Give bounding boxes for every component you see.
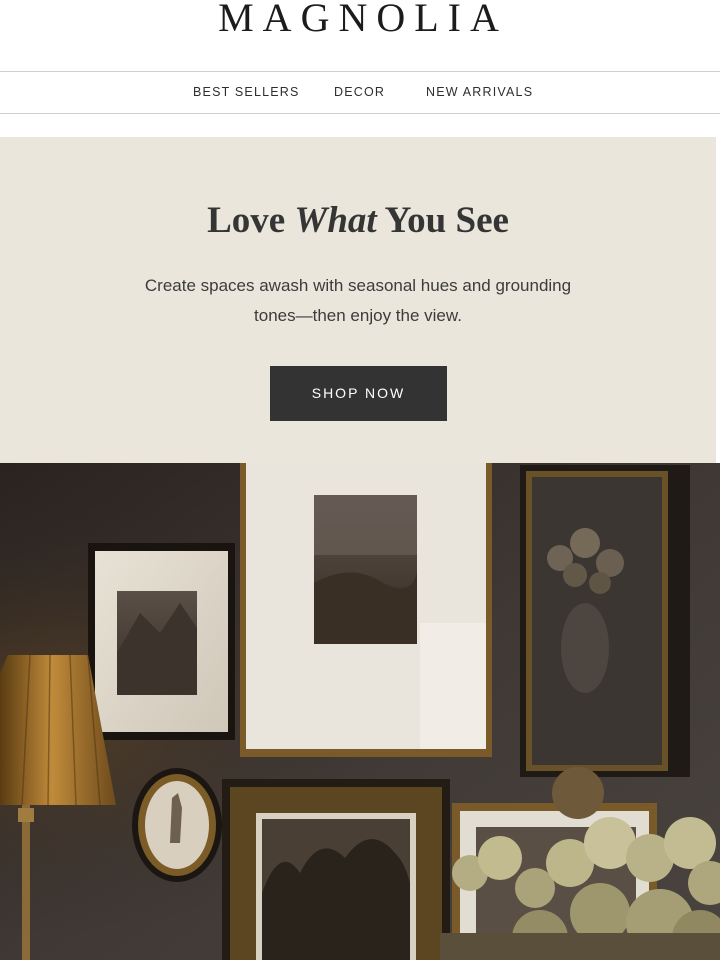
hero-title-emphasis: What [294,200,377,241]
gallery-wall-illustration [0,463,720,960]
nav-item-decor[interactable]: DECOR [334,85,385,99]
hero-subtitle-line-1: Create spaces awash with seasonal hues a… [144,276,572,295]
shop-now-button[interactable]: SHOP NOW [270,366,447,421]
hero-title-post: You See [376,200,509,241]
hero-title: Love What You See [0,199,716,242]
nav-item-best-sellers[interactable]: BEST SELLERS [193,85,300,99]
frame-oval-portrait [132,768,222,882]
hero-subtitle: Create spaces awash with seasonal hues a… [108,271,608,331]
nav-item-new-arrivals[interactable]: NEW ARRIVALS [426,85,533,99]
gallery-wall-image[interactable] [0,463,720,960]
hero-subtitle-line-2: tones—then enjoy the view. [254,306,462,325]
frame-mountain-landscape [88,543,235,740]
frame-center-landscape [240,463,492,757]
email-header: MAGNOLIA [0,0,720,71]
brand-logo[interactable]: MAGNOLIA [0,0,720,40]
frame-floral-still-life [520,465,690,777]
frame-tree-landscape [222,779,450,960]
top-navigation: BEST SELLERS DECOR NEW ARRIVALS [0,71,720,114]
hero-banner: Love What You See Create spaces awash wi… [0,137,716,463]
hero-title-pre: Love [207,200,295,241]
